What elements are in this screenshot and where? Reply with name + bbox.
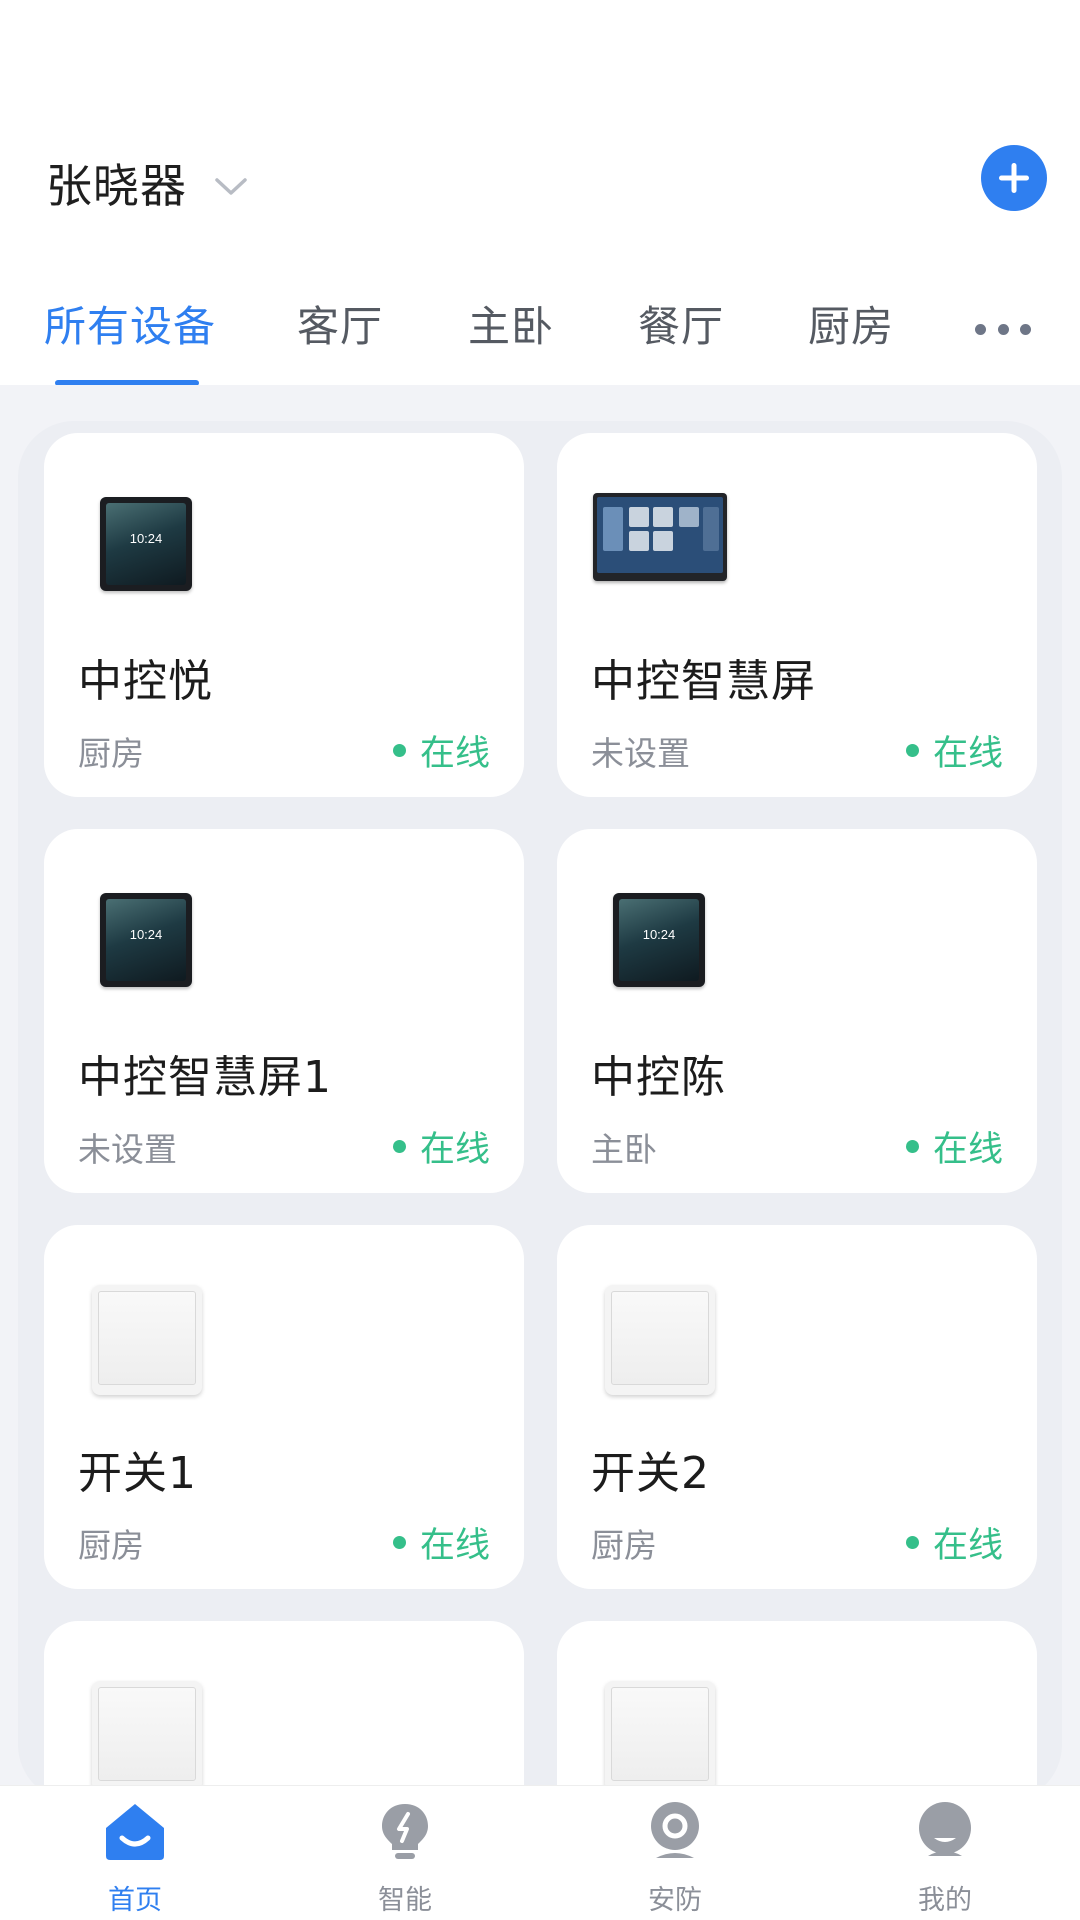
device-image: 10:24 xyxy=(78,869,222,989)
device-card[interactable]: 10:24 中控悦 厨房 在线 xyxy=(44,433,524,797)
home-name: 张晓器 xyxy=(46,159,187,213)
add-device-button[interactable] xyxy=(981,145,1047,211)
device-name: 中控悦 xyxy=(78,656,213,707)
device-name: 中控智慧屏1 xyxy=(78,1052,332,1103)
online-dot-icon xyxy=(392,1140,406,1153)
nav-profile[interactable]: 我的 xyxy=(810,1786,1080,1920)
device-card[interactable]: 开关2 厨房 在线 xyxy=(557,1225,1037,1589)
tab-living-room[interactable]: 客厅 xyxy=(297,293,383,354)
device-image xyxy=(591,1661,735,1791)
device-status: 在线 xyxy=(905,1121,1003,1172)
home-icon xyxy=(106,1804,164,1860)
user-icon xyxy=(919,1802,971,1856)
device-status: 在线 xyxy=(905,725,1003,776)
online-dot-icon xyxy=(905,1536,919,1549)
tab-master-bedroom[interactable]: 主卧 xyxy=(468,293,554,354)
online-dot-icon xyxy=(392,744,406,757)
chevron-down-icon xyxy=(215,178,247,195)
camera-icon xyxy=(651,1802,699,1858)
device-name: 开关1 xyxy=(78,1448,197,1499)
plus-icon xyxy=(999,163,1029,193)
tab-dining-room[interactable]: 餐厅 xyxy=(638,293,724,354)
tab-kitchen[interactable]: 厨房 xyxy=(808,293,894,354)
device-card[interactable]: 10:24 中控陈 主卧 在线 xyxy=(557,829,1037,1193)
nav-smart[interactable]: 智能 xyxy=(270,1786,540,1920)
device-image xyxy=(591,1265,735,1395)
app-screen: 张晓器 所有设备 客厅 主卧 餐厅 厨房 10:24 中控悦 厨房 在线 中控智… xyxy=(0,0,1080,1920)
home-selector[interactable]: 张晓器 xyxy=(46,150,249,216)
device-card[interactable]: 中控智慧屏 未设置 在线 xyxy=(557,433,1037,797)
nav-profile-label: 我的 xyxy=(918,1885,972,1916)
device-name: 开关2 xyxy=(591,1448,710,1499)
device-image xyxy=(591,473,735,593)
device-name: 中控智慧屏 xyxy=(591,656,816,707)
more-icon[interactable] xyxy=(975,319,1031,339)
online-dot-icon xyxy=(392,1536,406,1549)
device-name: 中控陈 xyxy=(591,1052,726,1103)
device-image: 10:24 xyxy=(591,869,735,989)
nav-security[interactable]: 安防 xyxy=(540,1786,810,1920)
device-grid: 10:24 中控悦 厨房 在线 中控智慧屏 未设置 在线 10:24 中控智慧屏… xyxy=(18,421,1062,1920)
online-dot-icon xyxy=(905,744,919,757)
device-room: 厨房 xyxy=(78,734,144,773)
device-status: 在线 xyxy=(392,725,490,776)
device-card[interactable]: 开关1 厨房 在线 xyxy=(44,1225,524,1589)
device-list-area: 10:24 中控悦 厨房 在线 中控智慧屏 未设置 在线 10:24 中控智慧屏… xyxy=(0,385,1080,1920)
device-room: 主卧 xyxy=(591,1130,657,1169)
device-status: 在线 xyxy=(392,1517,490,1568)
tab-all-devices[interactable]: 所有设备 xyxy=(44,293,216,354)
nav-security-label: 安防 xyxy=(648,1885,702,1916)
device-room: 厨房 xyxy=(591,1526,657,1565)
device-image xyxy=(78,1661,222,1791)
bottom-navigation: 首页 智能 安防 我的 xyxy=(0,1785,1080,1920)
device-status: 在线 xyxy=(905,1517,1003,1568)
device-card[interactable]: 10:24 中控智慧屏1 未设置 在线 xyxy=(44,829,524,1193)
nav-home-label: 首页 xyxy=(108,1885,162,1916)
device-room: 厨房 xyxy=(78,1526,144,1565)
online-dot-icon xyxy=(905,1140,919,1153)
device-room: 未设置 xyxy=(78,1130,177,1169)
device-room: 未设置 xyxy=(591,734,690,773)
nav-home[interactable]: 首页 xyxy=(0,1786,270,1920)
header: 张晓器 xyxy=(0,0,1080,250)
room-tabs: 所有设备 客厅 主卧 餐厅 厨房 xyxy=(0,285,1080,386)
device-image: 10:24 xyxy=(78,473,222,593)
bulb-icon xyxy=(382,1804,428,1859)
nav-smart-label: 智能 xyxy=(378,1885,432,1916)
device-image xyxy=(78,1265,222,1395)
device-status: 在线 xyxy=(392,1121,490,1172)
